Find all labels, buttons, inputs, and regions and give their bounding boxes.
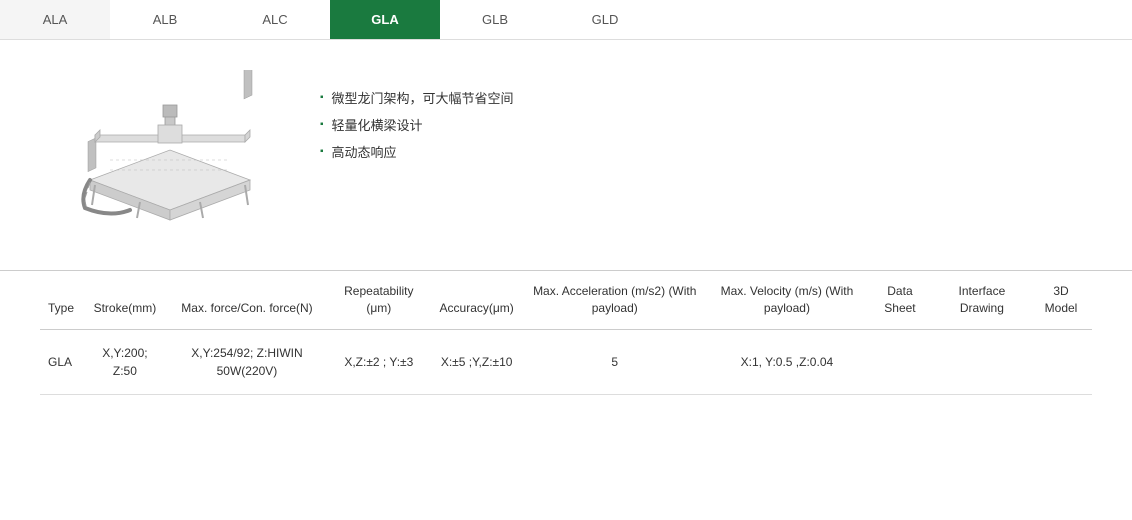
tab-bar: ALAALBALCGLAGLBGLD (0, 0, 1132, 40)
col-header-velocity: Max. Velocity (m/s) (With payload) (708, 271, 866, 329)
cell-model3d (1030, 329, 1092, 394)
cell-force: X,Y:254/92; Z:HIWIN 50W(220V) (168, 329, 326, 394)
tab-ala[interactable]: ALA (0, 0, 110, 39)
product-features: 微型龙门架构，可大幅节省空间轻量化横梁设计高动态响应 (320, 84, 1072, 165)
table-header: TypeStroke(mm)Max. force/Con. force(N)Re… (40, 271, 1092, 329)
cell-repeatability: X,Z:±2 ; Y:±3 (326, 329, 431, 394)
tab-gla[interactable]: GLA (330, 0, 440, 39)
product-section: 微型龙门架构，可大幅节省空间轻量化横梁设计高动态响应 (0, 40, 1132, 260)
feature-item-0: 微型龙门架构，可大幅节省空间 (320, 84, 1072, 111)
header-row: TypeStroke(mm)Max. force/Con. force(N)Re… (40, 271, 1092, 329)
tab-glb[interactable]: GLB (440, 0, 550, 39)
col-header-accuracy: Accuracy(μm) (432, 271, 522, 329)
specs-table: TypeStroke(mm)Max. force/Con. force(N)Re… (40, 271, 1092, 395)
tab-gld[interactable]: GLD (550, 0, 660, 39)
product-image (70, 70, 270, 230)
table-body: GLAX,Y:200; Z:50X,Y:254/92; Z:HIWIN 50W(… (40, 329, 1092, 394)
tab-alb[interactable]: ALB (110, 0, 220, 39)
col-header-interface: Interface Drawing (934, 271, 1030, 329)
col-header-datasheet: Data Sheet (866, 271, 934, 329)
col-header-stroke: Stroke(mm) (82, 271, 168, 329)
cell-stroke: X,Y:200; Z:50 (82, 329, 168, 394)
col-header-model3d: 3D Model (1030, 271, 1092, 329)
cell-datasheet (866, 329, 934, 394)
product-image-area (60, 70, 280, 230)
feature-item-2: 高动态响应 (320, 138, 1072, 165)
tab-alc[interactable]: ALC (220, 0, 330, 39)
cell-accuracy: X:±5 ;Y,Z:±10 (432, 329, 522, 394)
col-header-type: Type (40, 271, 82, 329)
col-header-acceleration: Max. Acceleration (m/s2) (With payload) (522, 271, 708, 329)
col-header-repeatability: Repeatability (μm) (326, 271, 431, 329)
cell-acceleration: 5 (522, 329, 708, 394)
product-info: 微型龙门架构，可大幅节省空间轻量化横梁设计高动态响应 (320, 70, 1072, 165)
cell-type: GLA (40, 329, 82, 394)
table-section: TypeStroke(mm)Max. force/Con. force(N)Re… (0, 270, 1132, 425)
table-row-0: GLAX,Y:200; Z:50X,Y:254/92; Z:HIWIN 50W(… (40, 329, 1092, 394)
col-header-force: Max. force/Con. force(N) (168, 271, 326, 329)
feature-item-1: 轻量化横梁设计 (320, 111, 1072, 138)
cell-velocity: X:1, Y:0.5 ,Z:0.04 (708, 329, 866, 394)
cell-interface (934, 329, 1030, 394)
